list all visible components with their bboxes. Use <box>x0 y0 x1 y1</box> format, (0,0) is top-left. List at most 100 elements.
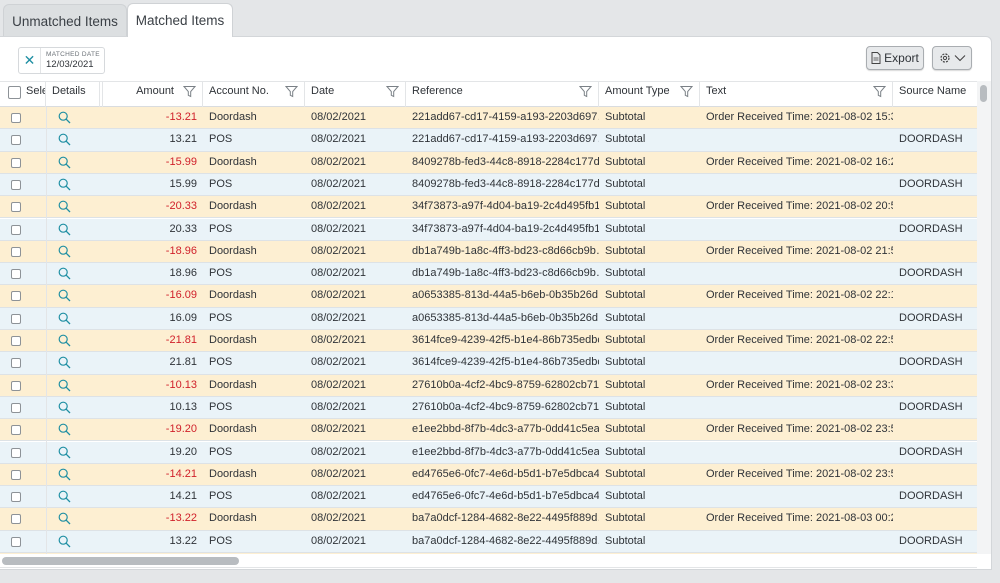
table-row[interactable]: -15.99 Doordash 08/02/2021 8409278b-fed3-44… <box>0 151 977 174</box>
table-row[interactable]: 19.20 POS 08/02/2021 e1ee2bbd-8f7b-4dc3-a77… <box>0 441 977 464</box>
filter-icon[interactable] <box>680 85 693 98</box>
details-search-icon[interactable] <box>58 535 71 548</box>
cell-text <box>700 531 893 553</box>
row-select-checkbox[interactable] <box>11 358 21 369</box>
details-search-icon[interactable] <box>58 312 71 325</box>
select-all-checkbox[interactable] <box>8 86 21 99</box>
cell-amount-type: Subtotal <box>605 311 646 324</box>
details-search-icon[interactable] <box>58 223 71 236</box>
table-row[interactable]: 15.99 POS 08/02/2021 8409278b-fed3-44c8-891… <box>0 173 977 197</box>
details-search-icon[interactable] <box>58 267 71 280</box>
details-search-icon[interactable] <box>58 178 71 191</box>
details-search-icon[interactable] <box>58 446 71 459</box>
grid-header: Select Details Amount Account No. Date R… <box>0 81 977 107</box>
cell-source: DOORDASH <box>899 177 963 190</box>
table-row[interactable]: -13.22 Doordash 08/02/2021 ba7a0dcf-1284-46… <box>0 508 977 531</box>
details-search-icon[interactable] <box>58 289 71 302</box>
row-select-checkbox[interactable] <box>11 514 21 525</box>
filter-icon[interactable] <box>183 85 196 98</box>
row-select-checkbox[interactable] <box>11 202 21 213</box>
filter-icon[interactable] <box>285 85 298 98</box>
table-row[interactable]: 10.13 POS 08/02/2021 27610b0a-4cf2-4bc9-875… <box>0 396 977 420</box>
cell-reference: a0653385-813d-44a5-b6eb-0b35b26d… <box>412 289 599 302</box>
cell-amount: 19.20 <box>169 445 197 458</box>
vertical-scrollbar-thumb[interactable] <box>980 85 987 102</box>
table-row[interactable]: -19.20 Doordash 08/02/2021 e1ee2bbd-8f7b-4d… <box>0 419 977 442</box>
table-row[interactable]: 14.21 POS 08/02/2021 ed4765e6-0fc7-4e6d-b5d… <box>0 486 977 509</box>
row-select-checkbox[interactable] <box>11 492 21 503</box>
details-search-icon[interactable] <box>58 245 71 258</box>
horizontal-scrollbar[interactable] <box>0 554 977 568</box>
row-select-checkbox[interactable] <box>11 380 21 391</box>
cell-source: DOORDASH <box>899 267 963 280</box>
details-search-icon[interactable] <box>58 379 71 392</box>
header-source-name[interactable]: Source Name <box>893 82 977 107</box>
details-search-icon[interactable] <box>58 334 71 347</box>
cell-text <box>700 352 893 374</box>
row-select-checkbox[interactable] <box>11 536 21 547</box>
vertical-scrollbar[interactable] <box>977 81 991 554</box>
filter-icon[interactable] <box>386 85 399 98</box>
row-select-checkbox[interactable] <box>11 425 21 436</box>
row-select-checkbox[interactable] <box>11 291 21 302</box>
tab-unmatched-items[interactable]: Unmatched Items <box>3 4 127 37</box>
row-select-checkbox[interactable] <box>11 402 21 413</box>
table-row[interactable]: 21.81 POS 08/02/2021 3614fce9-4239-42f5-b1e… <box>0 352 977 375</box>
table-row[interactable]: 18.96 POS 08/02/2021 db1a749b-1a8c-4ff3-bd2… <box>0 263 977 286</box>
row-select-checkbox[interactable] <box>11 447 21 458</box>
table-row[interactable]: 20.33 POS 08/02/2021 34f73873-a97f-4d04-ba1… <box>0 218 977 241</box>
cell-date: 08/02/2021 <box>311 334 367 346</box>
row-select-checkbox[interactable] <box>11 135 21 146</box>
cell-text <box>700 174 893 196</box>
details-search-icon[interactable] <box>58 156 71 169</box>
document-icon <box>871 52 881 64</box>
row-select-checkbox[interactable] <box>11 224 21 235</box>
details-search-icon[interactable] <box>58 200 71 213</box>
filter-icon[interactable] <box>579 85 592 98</box>
table-row[interactable]: 13.21 POS 08/02/2021 221add67-cd17-4159-a19… <box>0 129 977 152</box>
horizontal-scrollbar-thumb[interactable] <box>2 557 239 565</box>
row-select-checkbox[interactable] <box>11 313 21 324</box>
header-source-label: Source Name <box>899 85 967 97</box>
table-row[interactable]: 16.09 POS 08/02/2021 a0653385-813d-44a5-b6e… <box>0 307 977 330</box>
row-select-checkbox[interactable] <box>11 469 21 480</box>
row-select-checkbox[interactable] <box>11 179 21 190</box>
table-row[interactable]: -10.13 Doordash 08/02/2021 27610b0a-4cf2-4b… <box>0 374 977 397</box>
table-row[interactable]: -13.21 Doordash 08/02/2021 221add67-cd17-41… <box>0 107 977 130</box>
details-search-icon[interactable] <box>58 490 71 503</box>
tab-matched-items[interactable]: Matched Items <box>127 3 233 37</box>
details-search-icon[interactable] <box>58 356 71 369</box>
row-select-checkbox[interactable] <box>11 336 21 346</box>
row-select-checkbox[interactable] <box>11 269 21 280</box>
table-row[interactable]: -14.21 Doordash 08/02/2021 ed4765e6-0fc7-4e… <box>0 463 977 487</box>
header-reference[interactable]: Reference <box>406 82 599 107</box>
header-text[interactable]: Text <box>700 82 893 107</box>
details-search-icon[interactable] <box>58 111 71 124</box>
details-search-icon[interactable] <box>58 512 71 525</box>
table-row[interactable]: -20.33 Doordash 08/02/2021 34f73873-a97f-4d… <box>0 196 977 219</box>
details-search-icon[interactable] <box>58 401 71 414</box>
row-select-checkbox[interactable] <box>11 113 21 123</box>
details-search-icon[interactable] <box>58 423 71 436</box>
export-button[interactable]: Export <box>866 46 924 70</box>
filter-icon[interactable] <box>873 85 886 98</box>
header-date[interactable]: Date <box>305 82 406 107</box>
settings-menu-button[interactable] <box>932 46 972 70</box>
table-row[interactable]: 13.22 POS 08/02/2021 ba7a0dcf-1284-4682-8e2… <box>0 530 977 553</box>
cell-account: Doordash <box>209 334 257 346</box>
remove-filter-close-icon[interactable]: ✕ <box>19 48 41 73</box>
row-select-checkbox[interactable] <box>11 157 21 168</box>
header-select[interactable]: Select <box>0 82 46 107</box>
row-select-checkbox[interactable] <box>11 246 21 257</box>
details-search-icon[interactable] <box>58 133 71 146</box>
table-row[interactable]: -16.09 Doordash 08/02/2021 a0653385-813d-44… <box>0 285 977 308</box>
header-amount[interactable]: Amount <box>103 82 203 107</box>
cell-source <box>893 508 977 530</box>
header-account-no[interactable]: Account No. <box>203 82 305 107</box>
table-row[interactable]: -21.81 Doordash 08/02/2021 3614fce9-4239-42… <box>0 330 977 353</box>
header-amount-type[interactable]: Amount Type <box>599 82 700 107</box>
details-search-icon[interactable] <box>58 468 71 481</box>
table-row[interactable]: -18.96 Doordash 08/02/2021 db1a749b-1a8c-4f… <box>0 240 977 264</box>
cell-amount-type: Subtotal <box>605 534 646 547</box>
cell-source <box>893 196 977 218</box>
